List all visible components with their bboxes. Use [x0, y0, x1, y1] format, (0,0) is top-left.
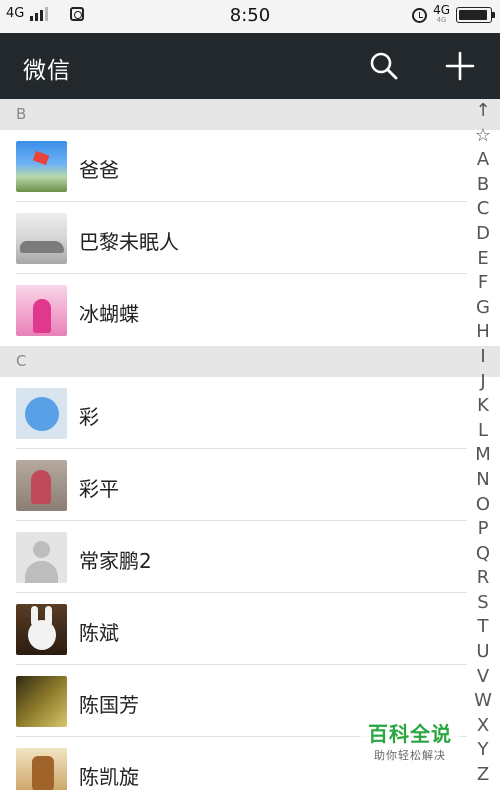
contact-name: 冰蝴蝶 — [79, 302, 139, 326]
avatar — [16, 213, 67, 264]
contacts-list: B 爸爸 巴黎未眠人 冰蝴蝶 C 彩 彩平 常家鹏2 陈斌 陈国芳 陈凯旋 — [0, 99, 500, 790]
avatar — [16, 460, 67, 511]
section-header-c: C — [0, 346, 500, 377]
index-letter-x[interactable]: X — [471, 714, 495, 739]
contact-name: 彩平 — [79, 477, 119, 501]
index-letter-n[interactable]: N — [471, 468, 495, 493]
contact-row[interactable]: 巴黎未眠人 — [0, 202, 500, 274]
watermark: 百科全说 助你轻松解决 — [360, 716, 460, 765]
status-bar: 4G 8:50 4G 4G — [0, 0, 500, 33]
alarm-icon — [412, 7, 428, 23]
index-letter-s[interactable]: S — [471, 591, 495, 616]
battery-icon — [456, 7, 495, 23]
contact-name: 彩 — [79, 405, 99, 429]
index-letter-m[interactable]: M — [471, 443, 495, 468]
contact-row[interactable]: 常家鹏2 — [0, 521, 500, 593]
plus-icon[interactable] — [444, 50, 476, 82]
index-letter-d[interactable]: D — [471, 222, 495, 247]
network-type-right: 4G — [433, 3, 450, 17]
index-letter-r[interactable]: R — [471, 566, 495, 591]
contact-row[interactable]: 爸爸 — [0, 130, 500, 202]
index-letter-i[interactable]: I — [471, 345, 495, 370]
index-letter-c[interactable]: C — [471, 197, 495, 222]
contact-row[interactable]: 陈斌 — [0, 593, 500, 665]
avatar — [16, 141, 67, 192]
default-avatar-icon — [16, 532, 67, 583]
app-header: 微信 — [0, 33, 500, 99]
search-icon[interactable] — [368, 50, 400, 82]
index-star[interactable]: ☆ — [471, 124, 495, 149]
avatar — [16, 676, 67, 727]
index-letter-t[interactable]: T — [471, 615, 495, 640]
page-title: 微信 — [23, 58, 71, 84]
index-letter-g[interactable]: G — [471, 296, 495, 321]
index-letter-o[interactable]: O — [471, 493, 495, 518]
index-letter-l[interactable]: L — [471, 419, 495, 444]
index-letter-v[interactable]: V — [471, 665, 495, 690]
contact-name: 爸爸 — [79, 158, 119, 182]
avatar — [16, 388, 67, 439]
index-letter-a[interactable]: A — [471, 148, 495, 173]
network-indicator: 4G 4G — [433, 3, 450, 25]
index-letter-b[interactable]: B — [471, 173, 495, 198]
contact-name: 巴黎未眠人 — [79, 230, 179, 254]
watermark-title: 百科全说 — [368, 722, 452, 746]
avatar — [16, 748, 67, 790]
section-header-b: B — [0, 99, 500, 130]
index-letter-y[interactable]: Y — [471, 738, 495, 763]
index-letter-p[interactable]: P — [471, 517, 495, 542]
contact-name: 陈斌 — [79, 621, 119, 645]
index-top-arrow[interactable]: ↑ — [471, 99, 495, 124]
index-letter-f[interactable]: F — [471, 271, 495, 296]
index-letter-z[interactable]: Z — [471, 763, 495, 788]
index-letter-e[interactable]: E — [471, 247, 495, 272]
avatar — [16, 604, 67, 655]
network-sub-label: 4G — [436, 16, 447, 24]
watermark-subtitle: 助你轻松解决 — [374, 749, 446, 762]
index-letter-h[interactable]: H — [471, 320, 495, 345]
index-letter-q[interactable]: Q — [471, 542, 495, 567]
avatar — [16, 285, 67, 336]
contact-name: 陈凯旋 — [79, 765, 139, 789]
status-right: 4G 4G — [412, 3, 495, 25]
alphabet-index-bar[interactable]: ↑ ☆ A B C D E F G H I J K L M N O P Q R … — [471, 99, 495, 790]
contact-name: 常家鹏2 — [79, 549, 152, 573]
index-letter-k[interactable]: K — [471, 394, 495, 419]
contact-name: 陈国芳 — [79, 693, 139, 717]
contact-row[interactable]: 冰蝴蝶 — [0, 274, 500, 346]
index-letter-w[interactable]: W — [471, 689, 495, 714]
index-letter-j[interactable]: J — [471, 370, 495, 395]
contact-row[interactable]: 彩平 — [0, 449, 500, 521]
contact-row[interactable]: 彩 — [0, 377, 500, 449]
index-letter-u[interactable]: U — [471, 640, 495, 665]
